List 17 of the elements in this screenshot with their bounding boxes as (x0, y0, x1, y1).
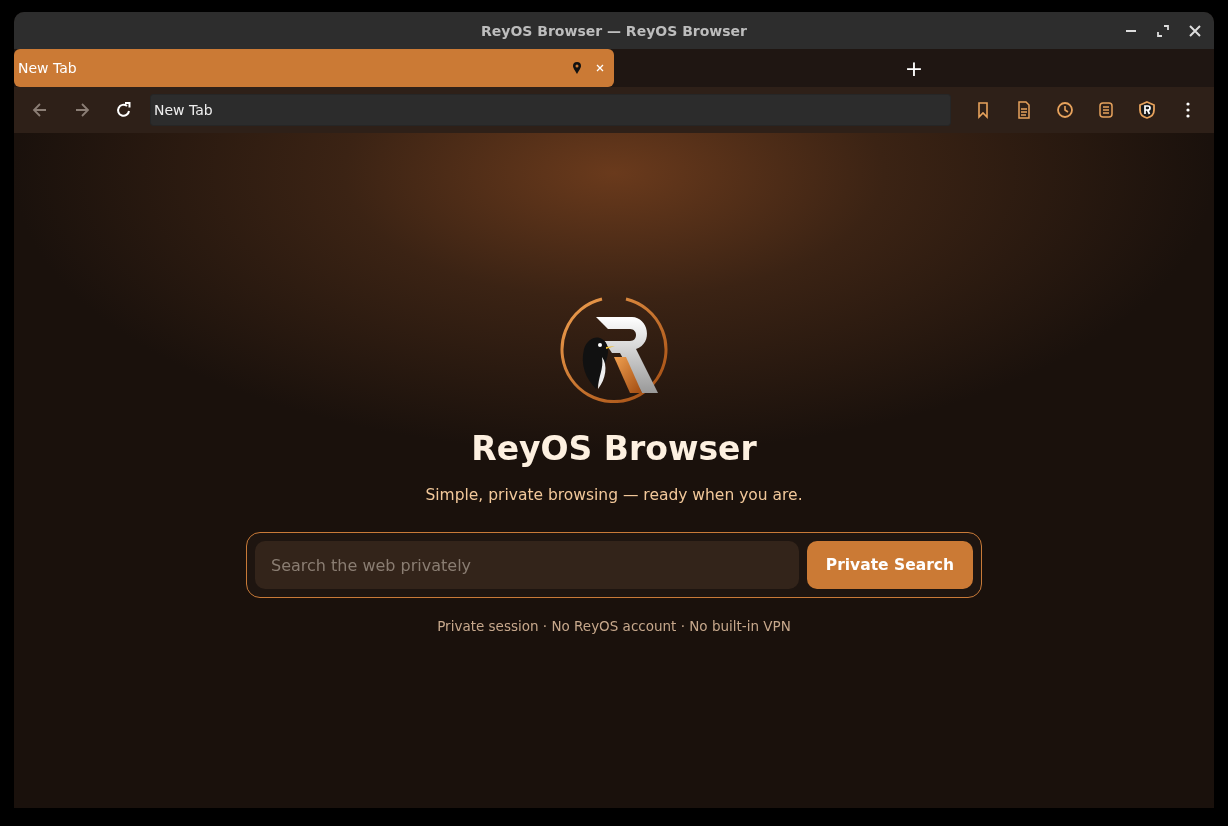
search-field[interactable]: Search the web privately (255, 541, 799, 589)
close-icon (1189, 25, 1201, 37)
clock-icon (1055, 100, 1075, 120)
minimize-icon (1126, 30, 1136, 32)
maximize-icon (1157, 25, 1169, 37)
address-field[interactable]: New Tab (150, 94, 951, 126)
menu-icon (1186, 102, 1190, 118)
list-icon (1096, 100, 1116, 120)
new-tab-button[interactable]: + (900, 55, 928, 81)
reload-icon (114, 100, 134, 120)
shield-icon (1137, 100, 1157, 120)
privacy-note: Private session · No ReyOS account · No built-in VPN (437, 618, 791, 634)
window-title: ReyOS Browser — ReyOS Browser (481, 22, 747, 39)
close-icon (596, 64, 604, 72)
tagline-text: Simple, private browsing — ready when you are. (425, 486, 803, 504)
page-heading: ReyOS Browser (471, 429, 757, 468)
pin-icon (572, 61, 582, 75)
